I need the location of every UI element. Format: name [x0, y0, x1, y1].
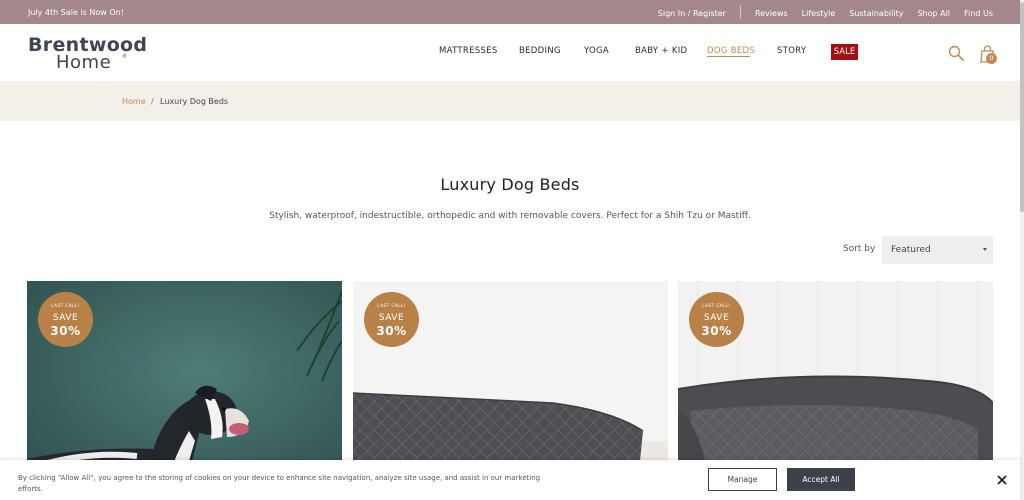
shop-all-link[interactable]: Shop All: [917, 9, 950, 18]
registered-mark: ®: [122, 54, 127, 60]
nav-yoga[interactable]: YOGA: [584, 46, 609, 56]
close-icon[interactable]: [996, 474, 1008, 486]
product-card-1[interactable]: LAST CALL! SAVE 30%: [27, 281, 342, 481]
active-nav-indicator: [707, 56, 750, 57]
sustainability-link[interactable]: Sustainability: [849, 9, 903, 18]
badge-save: SAVE: [703, 313, 730, 323]
page-title: Luxury Dog Beds: [440, 175, 580, 194]
breadcrumb: Home / Luxury Dog Beds: [0, 82, 1020, 121]
lifestyle-link[interactable]: Lifestyle: [802, 9, 836, 18]
page-scrollbar-thumb[interactable]: [1020, 2, 1024, 212]
nav-story[interactable]: STORY: [777, 46, 806, 56]
discount-badge: LAST CALL! SAVE 30%: [689, 292, 744, 347]
search-icon[interactable]: [948, 45, 964, 61]
cookie-accept-all-button[interactable]: Accept All: [787, 468, 855, 491]
badge-save: SAVE: [378, 313, 405, 323]
brand-name-line2: Home: [56, 52, 112, 73]
breadcrumb-home-link[interactable]: Home: [122, 97, 146, 106]
site-header: Brentwood Home ® MATTRESSES BEDDING YOGA…: [0, 24, 1020, 82]
badge-percent: 30%: [701, 324, 732, 338]
sort-selected-value: Featured: [891, 245, 931, 255]
discount-badge: LAST CALL! SAVE 30%: [364, 292, 419, 347]
nav-dog-beds[interactable]: DOG BEDS: [707, 46, 755, 56]
discount-badge: LAST CALL! SAVE 30%: [38, 292, 93, 347]
utility-divider: [739, 5, 741, 19]
badge-last-call: LAST CALL!: [702, 304, 731, 309]
badge-save: SAVE: [52, 313, 79, 323]
brand-logo[interactable]: Brentwood Home ®: [28, 34, 152, 74]
find-us-link[interactable]: Find Us: [964, 9, 993, 18]
promo-bar: July 4th Sale is Now On! Sign In / Regis…: [0, 0, 1020, 24]
nav-baby-kid[interactable]: BABY + KID: [635, 46, 687, 56]
badge-percent: 30%: [50, 324, 81, 338]
badge-last-call: LAST CALL!: [51, 304, 80, 309]
badge-percent: 30%: [376, 324, 407, 338]
breadcrumb-current: Luxury Dog Beds: [160, 97, 229, 106]
sign-in-link[interactable]: Sign In / Register: [658, 9, 726, 18]
page-description: Stylish, waterproof, indestructible, ort…: [269, 211, 751, 221]
product-card-3[interactable]: LAST CALL! SAVE 30%: [678, 281, 993, 481]
sort-select[interactable]: Featured: [882, 236, 993, 264]
reviews-link[interactable]: Reviews: [755, 9, 788, 18]
cookie-message: By clicking “Allow All”, you agree to th…: [18, 474, 541, 493]
nav-bedding[interactable]: BEDDING: [519, 46, 561, 56]
caret-down-icon: [983, 248, 987, 251]
cookie-manage-button[interactable]: Manage: [708, 468, 777, 491]
sort-label: Sort by: [843, 244, 876, 254]
cookie-banner: By clicking “Allow All”, you agree to th…: [0, 460, 1020, 500]
badge-last-call: LAST CALL!: [377, 304, 406, 309]
cart-count-badge: 0: [986, 53, 997, 64]
utility-links: Sign In / Register Reviews Lifestyle Sus…: [644, 5, 993, 19]
breadcrumb-separator: /: [151, 97, 154, 106]
product-card-2[interactable]: LAST CALL! SAVE 30%: [353, 281, 668, 481]
nav-sale[interactable]: SALE: [831, 44, 858, 60]
nav-mattresses[interactable]: MATTRESSES: [439, 46, 498, 56]
promo-text[interactable]: July 4th Sale is Now On!: [28, 8, 124, 17]
